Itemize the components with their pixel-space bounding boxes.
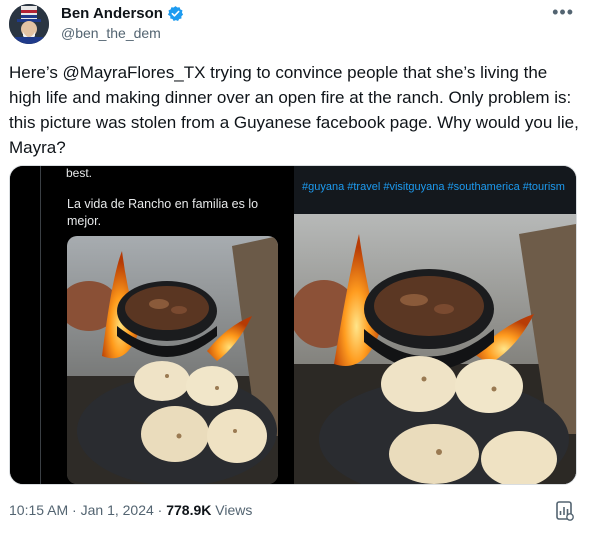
- meta-separator: ·: [68, 502, 81, 518]
- left-caption: La vida de Rancho en familia es lo mejor…: [67, 197, 259, 228]
- tweet-date[interactable]: Jan 1, 2024: [81, 502, 154, 518]
- left-caption-top: best.: [66, 166, 93, 180]
- hashtags-text[interactable]: #guyana #travel #visitguyana #southameri…: [302, 180, 567, 195]
- tweet-media[interactable]: best. La vida de Rancho en familia es lo…: [9, 165, 577, 485]
- views-count: 778.9K: [166, 502, 212, 518]
- views-label: Views: [215, 502, 253, 518]
- author-name-row: Ben Anderson: [61, 5, 184, 22]
- campfire-cooking-photo: [67, 236, 278, 484]
- campfire-cooking-photo-original: [294, 214, 576, 484]
- analytics-graph-icon: [556, 501, 574, 521]
- right-photo: [294, 214, 576, 484]
- tweet-time[interactable]: 10:15 AM: [9, 502, 68, 518]
- tweet-meta: 10:15 AM · Jan 1, 2024 · 778.9K Views: [9, 502, 252, 518]
- verified-badge-icon: [167, 6, 184, 22]
- left-photo: [67, 236, 278, 484]
- author-name[interactable]: Ben Anderson: [61, 5, 163, 22]
- analytics-icon[interactable]: [555, 500, 575, 527]
- tweet-text: Here’s @MayraFlores_TX trying to convinc…: [9, 63, 579, 157]
- media-left-screenshot[interactable]: best. La vida de Rancho en familia es lo…: [10, 166, 292, 484]
- meta-separator-2: ·: [153, 502, 167, 518]
- author-handle[interactable]: @ben_the_dem: [61, 25, 161, 41]
- avatar[interactable]: [9, 4, 49, 44]
- media-right-screenshot[interactable]: #guyana #travel #visitguyana #southameri…: [294, 166, 576, 484]
- more-options-icon[interactable]: •••: [552, 2, 574, 23]
- uncle-sam-avatar-icon: [9, 4, 49, 44]
- thread-line: [40, 166, 41, 484]
